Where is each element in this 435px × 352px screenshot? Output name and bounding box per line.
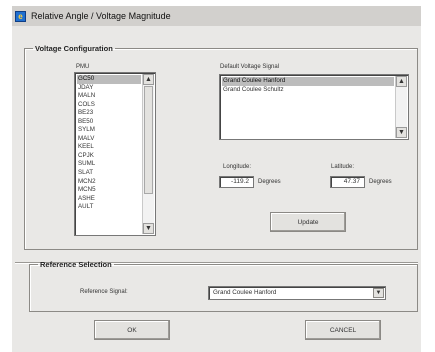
scroll-up-arrow-icon[interactable]: ▲ — [143, 74, 154, 85]
longitude-unit-label: Degrees — [258, 179, 281, 185]
ok-button[interactable]: OK — [94, 320, 170, 340]
voltage-signal-list-item[interactable]: Grand Coulee Hanford — [222, 77, 394, 86]
pmu-list-item[interactable]: MCN2 — [77, 178, 141, 187]
matlab-figure-icon: e — [15, 10, 26, 22]
default-voltage-signal-label: Default Voltage Signal — [220, 64, 280, 70]
scroll-down-arrow-icon[interactable]: ▼ — [396, 127, 407, 138]
pmu-list-item[interactable]: COLS — [77, 101, 141, 110]
pmu-list-item[interactable]: BE50 — [77, 118, 141, 127]
pmu-list-item[interactable]: GC50 — [77, 75, 141, 84]
pmu-list-item[interactable]: BE23 — [77, 109, 141, 118]
pmu-list-item[interactable]: MALN — [77, 92, 141, 101]
reference-selection-legend: Reference Selection — [40, 260, 112, 269]
pmu-label: PMU — [76, 64, 90, 70]
scroll-thumb[interactable] — [144, 86, 153, 194]
reference-signal-dropdown[interactable]: Grand Coulee Hanford ▼ — [208, 286, 386, 300]
latitude-field[interactable]: 47.37 — [330, 176, 365, 188]
update-button[interactable]: Update — [270, 212, 346, 232]
longitude-field[interactable]: -119.2 — [219, 176, 254, 188]
pmu-list-items: GC50 JDAY MALN COLS BE23 BE50 SYLM MALV KEEL CPJK… — [77, 75, 141, 212]
longitude-label: Longitude: — [223, 164, 252, 170]
voltage-signal-list-item[interactable]: Grand Coulee Schultz — [222, 86, 394, 95]
pmu-list-item[interactable]: SUML — [77, 160, 141, 169]
voltage-configuration-legend: Voltage Configuration — [35, 44, 113, 53]
pmu-list-item[interactable]: MCN5 — [77, 186, 141, 195]
signal-scrollbar[interactable]: ▲ ▼ — [395, 76, 407, 138]
title-bar[interactable]: e Relative Angle / Voltage Magnitude — [12, 6, 421, 26]
pmu-list-item[interactable]: ASHE — [77, 195, 141, 204]
pmu-list-item[interactable]: JDAY — [77, 84, 141, 93]
scroll-up-arrow-icon[interactable]: ▲ — [396, 76, 407, 87]
latitude-label: Latitude: — [331, 164, 355, 170]
latitude-unit-label: Degrees — [369, 179, 392, 185]
pmu-list-item[interactable]: AULT — [77, 203, 141, 212]
cancel-button[interactable]: CANCEL — [305, 320, 381, 340]
pmu-listbox[interactable]: GC50 JDAY MALN COLS BE23 BE50 SYLM MALV KEEL CPJK… — [74, 72, 156, 236]
reference-signal-label: Reference Signal: — [80, 289, 128, 295]
window-title: Relative Angle / Voltage Magnitude — [31, 11, 171, 21]
pmu-list-item[interactable]: KEEL — [77, 143, 141, 152]
chevron-down-icon[interactable]: ▼ — [373, 288, 384, 298]
pmu-list-item[interactable]: SYLM — [77, 126, 141, 135]
voltage-signal-list-items: Grand Coulee Hanford Grand Coulee Schultz — [222, 77, 394, 94]
pmu-list-item[interactable]: MALV — [77, 135, 141, 144]
pmu-scrollbar[interactable]: ▲ ▼ — [142, 74, 154, 234]
pmu-list-item[interactable]: CPJK — [77, 152, 141, 161]
reference-signal-value: Grand Coulee Hanford — [213, 289, 277, 296]
voltage-signal-listbox[interactable]: Grand Coulee Hanford Grand Coulee Schultz… — [219, 74, 409, 140]
scroll-down-arrow-icon[interactable]: ▼ — [143, 223, 154, 234]
dialog-window: e Relative Angle / Voltage Magnitude Vol… — [12, 6, 421, 352]
pmu-list-item[interactable]: SLAT — [77, 169, 141, 178]
